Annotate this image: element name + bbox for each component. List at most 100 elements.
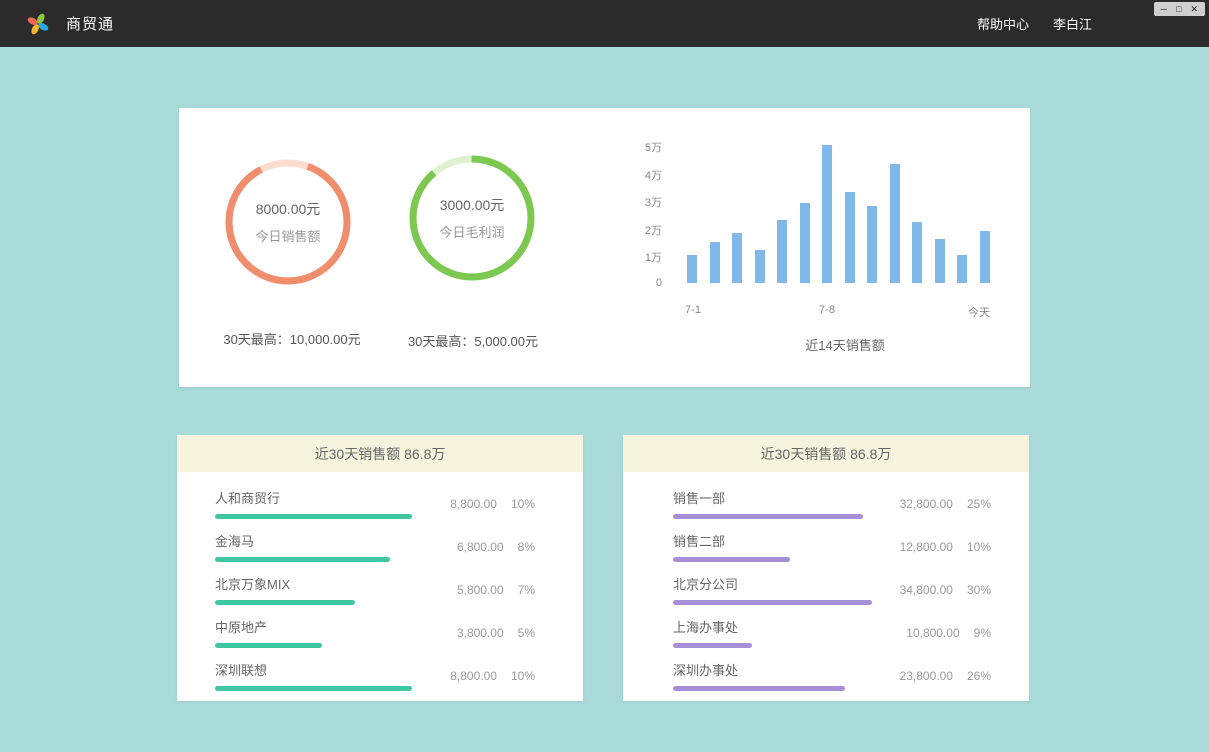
rank-percent: 8% <box>518 540 535 554</box>
bar <box>867 206 877 283</box>
x-axis-tick: 7-1 <box>685 304 701 316</box>
rank-bar <box>673 600 872 605</box>
rank-value: 32,800.00 25% <box>900 497 991 511</box>
rank-value: 8,800.0010% <box>450 669 535 683</box>
bar <box>777 220 787 283</box>
overview-card: 8000.00元 今日销售额 30天最高：10,000.00元 3000.00元… <box>179 108 1030 387</box>
app-title: 商贸通 <box>66 0 114 47</box>
rank-percent: 25% <box>967 497 991 511</box>
y-axis-tick: 2万 <box>612 222 662 238</box>
rank-bar <box>215 600 355 605</box>
bar-chart <box>687 145 990 283</box>
bar <box>687 255 697 283</box>
today-sales-label: 今日销售额 <box>255 226 320 245</box>
maximize-icon[interactable]: □ <box>1176 4 1181 14</box>
bar <box>980 231 990 283</box>
minimize-icon[interactable]: ─ <box>1161 4 1167 14</box>
x-axis-tick: 7-8 <box>819 304 835 316</box>
app-logo-icon <box>26 12 50 36</box>
list-item: 销售二部 12,800.00 10% <box>673 525 991 568</box>
bar <box>822 145 832 283</box>
rank-name: 深圳联想 <box>215 660 412 679</box>
rank-value: 12,800.00 10% <box>900 540 991 554</box>
rank-amount: 3,800.00 <box>457 626 504 640</box>
list-item: 人和商贸行 8,800.00 10% <box>215 482 535 525</box>
rank-amount: 8,800.00 <box>450 497 497 511</box>
rank-amount: 12,800.00 <box>900 540 953 554</box>
username-link[interactable]: 李白江 <box>1053 14 1092 33</box>
bar <box>845 192 855 283</box>
profit-30day-max: 30天最高：5,000.00元 <box>363 331 583 350</box>
bar <box>912 222 922 283</box>
bar <box>890 164 900 283</box>
rank-name: 销售二部 <box>673 531 790 550</box>
y-axis-tick: 3万 <box>612 194 662 210</box>
rank-value: 23,800.0026% <box>900 669 991 683</box>
bar <box>935 239 945 283</box>
rank-percent: 10% <box>511 497 535 511</box>
rank-name: 中原地产 <box>215 617 322 636</box>
rank-bar <box>215 557 390 562</box>
bar <box>957 255 967 283</box>
rank-amount: 10,800.00 <box>906 626 959 640</box>
rank-bar <box>673 557 790 562</box>
rank-bar <box>215 643 322 648</box>
rank-value: 6,800.00 8% <box>457 540 535 554</box>
rank-name: 人和商贸行 <box>215 488 412 507</box>
bar <box>755 250 765 283</box>
list-item: 上海办事处 10,800.00 9% <box>673 611 991 654</box>
today-profit-donut: 3000.00元 今日毛利润 <box>402 148 542 288</box>
rank-value: 3,800.00 5% <box>457 626 535 640</box>
list-item: 深圳联想 8,800.0010% <box>215 654 535 697</box>
customer-sales-panel: 近30天销售额 86.8万 人和商贸行 8,800.00 10% 金海马 6,80… <box>177 435 583 701</box>
rank-amount: 5,800.00 <box>457 583 504 597</box>
y-axis-tick: 4万 <box>612 167 662 183</box>
titlebar-menu: 帮助中心 李白江 <box>977 0 1092 47</box>
rank-bar <box>673 643 752 648</box>
customer-sales-panel-title: 近30天销售额 86.8万 <box>177 435 583 472</box>
help-center-link[interactable]: 帮助中心 <box>977 14 1029 33</box>
rank-name: 深圳办事处 <box>673 660 845 679</box>
list-item: 北京万象MIX 5,800.007% <box>215 568 535 611</box>
rank-percent: 10% <box>967 540 991 554</box>
today-profit-value: 3000.00元 <box>440 195 505 215</box>
today-sales-value: 8000.00元 <box>256 199 321 219</box>
y-axis-tick: 1万 <box>612 249 662 265</box>
rank-value: 34,800.00 30% <box>900 583 991 597</box>
rank-percent: 5% <box>518 626 535 640</box>
list-item: 金海马 6,800.00 8% <box>215 525 535 568</box>
rank-amount: 32,800.00 <box>900 497 953 511</box>
rank-bar <box>673 514 863 519</box>
list-item: 北京分公司 34,800.00 30% <box>673 568 991 611</box>
window-controls: ─ □ ✕ <box>1154 2 1205 16</box>
bar <box>710 242 720 283</box>
bar <box>732 233 742 283</box>
rank-amount: 6,800.00 <box>457 540 504 554</box>
rank-name: 上海办事处 <box>673 617 752 636</box>
titlebar: 商贸通 帮助中心 李白江 ─ □ ✕ <box>0 0 1209 47</box>
rank-percent: 7% <box>518 583 535 597</box>
rank-bar <box>215 686 412 691</box>
department-sales-panel: 近30天销售额 86.8万 销售一部 32,800.0025% 销售二部 12,… <box>623 435 1029 701</box>
rank-percent: 30% <box>967 583 991 597</box>
list-item: 中原地产 3,800.00 5% <box>215 611 535 654</box>
rank-value: 8,800.00 10% <box>450 497 535 511</box>
x-axis-tick: 今天 <box>968 304 990 320</box>
y-axis: 5万 4万 3万 2万 1万 0 <box>612 139 662 289</box>
list-item: 深圳办事处 23,800.0026% <box>673 654 991 697</box>
rank-amount: 34,800.00 <box>900 583 953 597</box>
today-sales-donut: 8000.00元 今日销售额 <box>218 152 358 292</box>
rank-percent: 10% <box>511 669 535 683</box>
rank-bar <box>673 686 845 691</box>
rank-percent: 9% <box>974 626 991 640</box>
rank-bar <box>215 514 412 519</box>
department-sales-panel-title: 近30天销售额 86.8万 <box>623 435 1029 472</box>
bar-chart-title: 近14天销售额 <box>695 335 995 354</box>
bar <box>800 203 810 283</box>
rank-name: 金海马 <box>215 531 390 550</box>
close-icon[interactable]: ✕ <box>1190 4 1198 14</box>
rank-name: 北京分公司 <box>673 574 872 593</box>
y-axis-tick: 5万 <box>612 139 662 155</box>
y-axis-tick: 0 <box>612 277 662 289</box>
rank-amount: 23,800.00 <box>900 669 953 683</box>
